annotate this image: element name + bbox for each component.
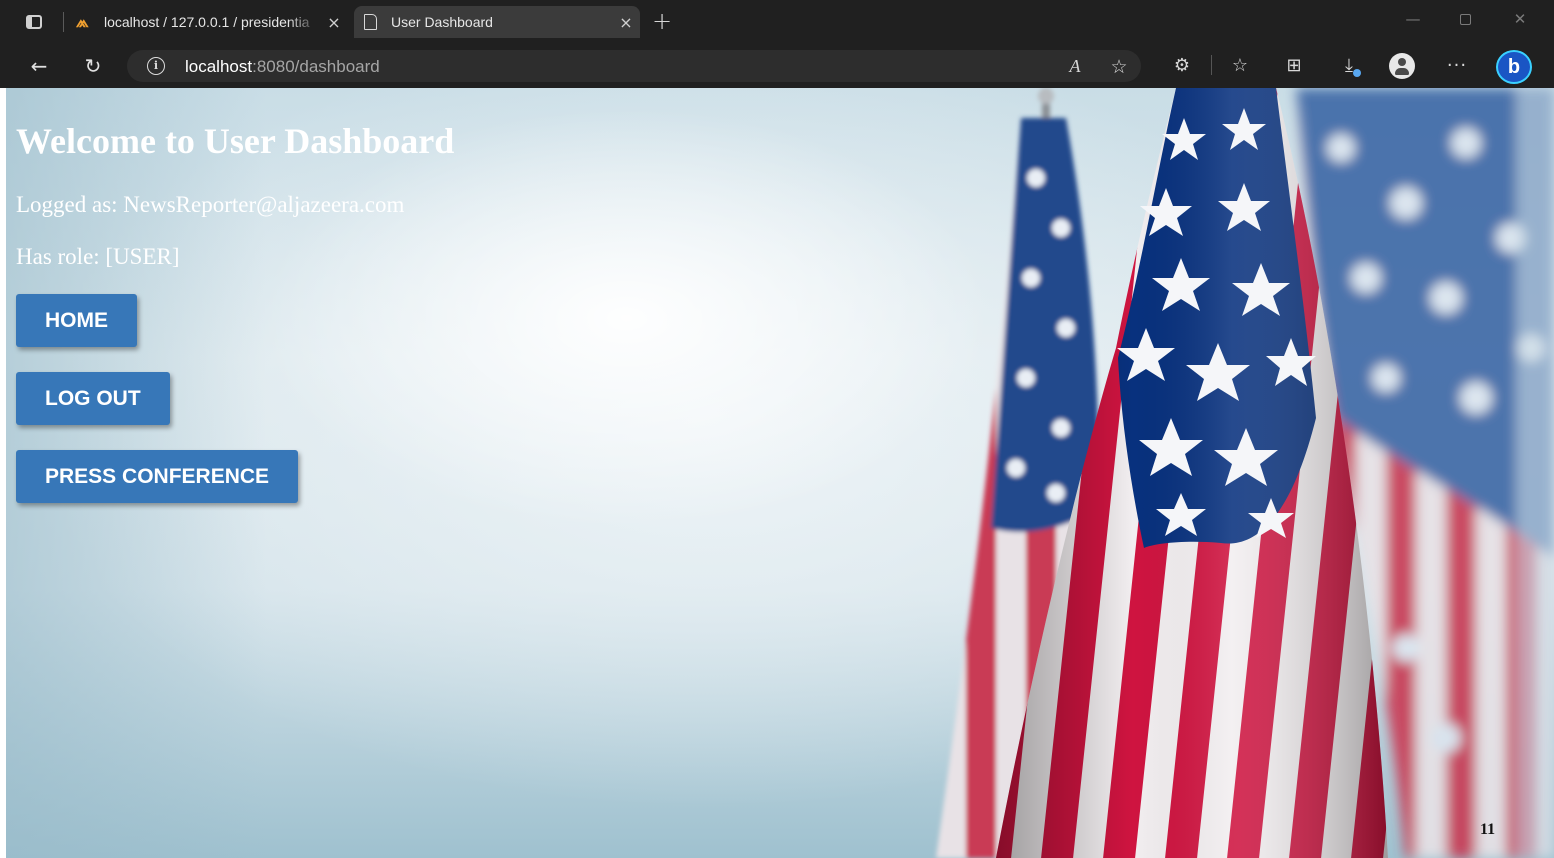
tab-title: localhost / 127.0.0.1 / presidentia xyxy=(104,14,310,30)
collections-icon[interactable]: ⊞ xyxy=(1281,54,1307,78)
url-host: localhost xyxy=(185,57,253,76)
read-aloud-icon[interactable]: A xyxy=(1063,56,1087,77)
logout-button[interactable]: LOG OUT xyxy=(16,372,170,425)
browser-toolbar: ← ↻ i localhost:8080/dashboard A ☆ ⚙ ☆ ⊞… xyxy=(0,44,1554,88)
url-path: :8080/dashboard xyxy=(252,57,380,76)
download-badge xyxy=(1353,69,1361,77)
close-window-button[interactable]: ✕ xyxy=(1505,10,1535,28)
page-number: 11 xyxy=(1480,821,1496,838)
tab-separator xyxy=(63,12,64,32)
extensions-icon[interactable]: ⚙ xyxy=(1169,54,1195,78)
tab-phpmyadmin[interactable]: ⩕ localhost / 127.0.0.1 / presidentia × xyxy=(70,6,348,38)
page-icon xyxy=(364,14,377,30)
address-bar[interactable]: i localhost:8080/dashboard A ☆ xyxy=(127,50,1141,82)
page-title: Welcome to User Dashboard xyxy=(16,121,455,161)
add-favorite-icon[interactable]: ☆ xyxy=(1107,56,1131,78)
browser-chrome: ⩕ localhost / 127.0.0.1 / presidentia × … xyxy=(0,0,1554,88)
user-role-text: Has role: [USER] xyxy=(16,244,180,269)
minimize-button[interactable]: — xyxy=(1398,10,1428,28)
tab-title: User Dashboard xyxy=(391,14,493,30)
info-icon[interactable]: i xyxy=(147,57,165,75)
back-button[interactable]: ← xyxy=(25,52,53,80)
more-menu-icon[interactable]: ··· xyxy=(1444,54,1470,78)
new-tab-button[interactable]: + xyxy=(650,8,674,34)
logged-as-text: Logged as: NewsReporter@aljazeera.com xyxy=(16,192,405,217)
restore-icon xyxy=(1459,14,1471,25)
favorites-icon[interactable]: ☆ xyxy=(1227,54,1253,78)
tab-actions-icon[interactable] xyxy=(22,11,46,33)
close-icon[interactable]: × xyxy=(320,13,348,32)
toolbar-separator xyxy=(1211,55,1212,75)
avatar-icon xyxy=(1389,53,1415,79)
page-viewport: Welcome to User Dashboard Logged as: New… xyxy=(6,88,1554,858)
bing-copilot-icon[interactable]: b xyxy=(1496,50,1532,84)
profile-button[interactable] xyxy=(1389,53,1415,79)
tab-bar: ⩕ localhost / 127.0.0.1 / presidentia × … xyxy=(0,0,1554,44)
url-text[interactable]: localhost:8080/dashboard xyxy=(185,57,380,77)
home-button[interactable]: HOME xyxy=(16,294,137,347)
maximize-button[interactable] xyxy=(1450,10,1480,29)
phpmyadmin-icon: ⩕ xyxy=(76,12,89,31)
press-conference-button[interactable]: PRESS CONFERENCE xyxy=(16,450,299,503)
tab-user-dashboard[interactable]: User Dashboard × xyxy=(354,6,640,38)
download-arrow-icon: ⤓ xyxy=(1345,55,1353,76)
downloads-icon[interactable]: ⤓ xyxy=(1336,54,1362,78)
reload-button[interactable]: ↻ xyxy=(79,52,107,80)
close-icon[interactable]: × xyxy=(612,13,640,32)
